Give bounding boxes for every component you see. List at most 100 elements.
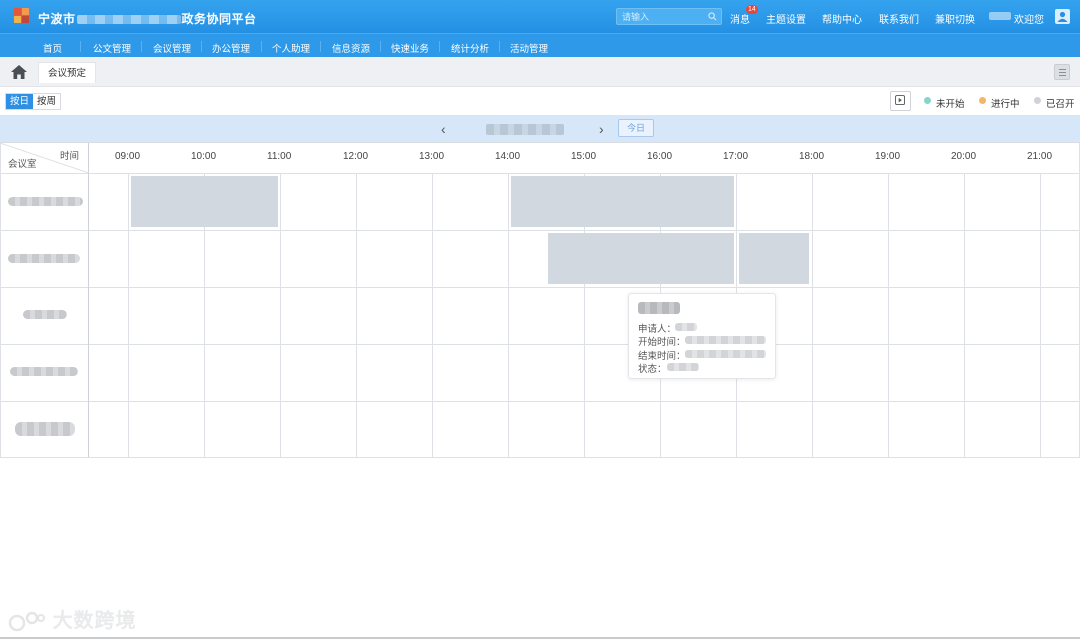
meeting-title-redacted [638, 302, 680, 314]
status-value-redacted [667, 363, 699, 371]
app-logo-icon [14, 8, 30, 24]
view-by-week-button[interactable]: 按周 [33, 94, 61, 109]
today-button[interactable]: 今日 [618, 119, 654, 137]
nav-help-center[interactable]: 帮助中心 [822, 11, 862, 26]
view-by-day-button[interactable]: 按日 [6, 94, 34, 109]
grid-row-line [0, 230, 1080, 231]
legend-dot-held [1034, 97, 1041, 104]
top-header: 宁波市 政务协同平台 消息 14 主题设置 帮助中心 联系我们 兼职切换 欢迎您 [0, 0, 1080, 33]
nav-messages[interactable]: 消息 [730, 11, 750, 26]
grid-col-line [964, 173, 965, 457]
app-title-prefix: 宁波市 [38, 12, 76, 26]
menu-divider [320, 41, 321, 52]
menu-information-resources[interactable]: 信息资源 [332, 41, 370, 55]
tab-bar: 会议预定 [0, 57, 1080, 87]
search-box[interactable] [616, 8, 722, 25]
search-icon[interactable] [708, 12, 717, 21]
legend-dot-not-started [924, 97, 931, 104]
room-name-redacted [10, 367, 78, 376]
grid-row-line [0, 287, 1080, 288]
meeting-booking-block[interactable] [548, 233, 734, 284]
redacted-text [76, 15, 181, 25]
grid-col-line [508, 173, 509, 457]
nav-contact-us[interactable]: 联系我们 [879, 11, 919, 26]
play-icon[interactable] [890, 91, 911, 111]
grid-col-line [432, 173, 433, 457]
grid-row-line [0, 457, 1080, 458]
prev-day-chevron-left-icon[interactable]: ‹ [441, 121, 446, 137]
hour-label: 13:00 [419, 151, 445, 162]
menu-office-management[interactable]: 办公管理 [212, 41, 250, 55]
menu-personal-assistant[interactable]: 个人助理 [272, 41, 310, 55]
menu-meeting-management[interactable]: 会议管理 [153, 41, 191, 55]
menu-home[interactable]: 首页 [43, 41, 62, 55]
message-count-badge: 14 [746, 5, 758, 14]
menu-document-management[interactable]: 公文管理 [93, 41, 131, 55]
corner-room-label: 会议室 [8, 159, 37, 170]
hour-label: 09:00 [115, 151, 141, 162]
menu-quick-business[interactable]: 快速业务 [391, 41, 429, 55]
grid-col-line [1040, 173, 1041, 457]
hour-label: 17:00 [723, 151, 749, 162]
grid-col-line [356, 173, 357, 457]
app-title: 宁波市 政务协同平台 [38, 10, 257, 27]
menu-divider [499, 41, 500, 52]
menu-divider [141, 41, 142, 52]
menu-divider [201, 41, 202, 52]
watermark-logo: 大数跨境 [8, 604, 137, 635]
nav-theme-settings[interactable]: 主题设置 [766, 11, 806, 26]
grid-col-line [812, 173, 813, 457]
hour-label: 19:00 [875, 151, 901, 162]
meeting-detail-tooltip: 申请人： 开始时间： 结束时间： 状态： [628, 293, 776, 379]
hour-label: 10:00 [191, 151, 217, 162]
grid-col-line [128, 173, 129, 457]
menu-statistics[interactable]: 统计分析 [451, 41, 489, 55]
hour-label: 14:00 [495, 151, 521, 162]
room-name-redacted [15, 422, 75, 436]
main-menu: 首页 公文管理 会议管理 办公管理 个人助理 信息资源 快速业务 统计分析 活动… [0, 33, 1080, 57]
view-toggle: 按日 按周 [5, 93, 62, 110]
tab-meeting-booking[interactable]: 会议预定 [38, 62, 96, 83]
menu-divider [80, 41, 81, 52]
grid-col-line [0, 143, 1, 457]
menu-divider [380, 41, 381, 52]
grid-col-line [280, 173, 281, 457]
meeting-booking-block[interactable] [511, 176, 734, 227]
redacted-current-date [486, 124, 564, 135]
hour-label: 11:00 [267, 151, 292, 162]
start-time-label: 开始时间： [638, 337, 686, 348]
search-input[interactable] [622, 11, 707, 23]
applicant-value-redacted [675, 323, 697, 331]
legend-held: 已召开 [1046, 99, 1075, 110]
hour-label: 20:00 [951, 151, 977, 162]
room-name-redacted [8, 197, 83, 206]
menu-divider [261, 41, 262, 52]
hour-label: 15:00 [571, 151, 597, 162]
watermark-text: 大数跨境 [52, 610, 137, 632]
date-navigator: ‹ › [0, 115, 1080, 142]
home-icon[interactable] [10, 64, 28, 80]
meeting-booking-block[interactable] [739, 233, 809, 284]
corner-time-label: 时间 [60, 151, 80, 162]
redacted-username [989, 12, 1011, 20]
end-time-label: 结束时间： [638, 351, 686, 362]
user-avatar-icon[interactable] [1055, 9, 1070, 24]
hour-label: 18:00 [799, 151, 825, 162]
meeting-booking-block[interactable] [131, 176, 278, 227]
start-time-value-redacted [685, 336, 766, 344]
grid-row-line [0, 173, 1080, 174]
legend-dot-in-progress [979, 97, 986, 104]
grid-row-line [0, 401, 1080, 402]
schedule-grid: 时间 会议室 09:00 10:00 11:00 12:00 13:00 14:… [0, 142, 1080, 458]
list-menu-icon[interactable] [1054, 64, 1070, 80]
legend-not-started: 未开始 [936, 99, 965, 110]
next-day-chevron-right-icon[interactable]: › [599, 121, 604, 137]
welcome-text: 欢迎您 [1014, 15, 1044, 26]
hour-label: 21:00 [1027, 151, 1053, 162]
grid-col-line [88, 143, 89, 457]
nav-switch-role[interactable]: 兼职切换 [935, 11, 975, 26]
room-name-redacted [8, 254, 80, 263]
watermark-logo-icon [8, 611, 45, 631]
menu-activity-management[interactable]: 活动管理 [510, 41, 548, 55]
room-name-redacted [23, 310, 67, 319]
